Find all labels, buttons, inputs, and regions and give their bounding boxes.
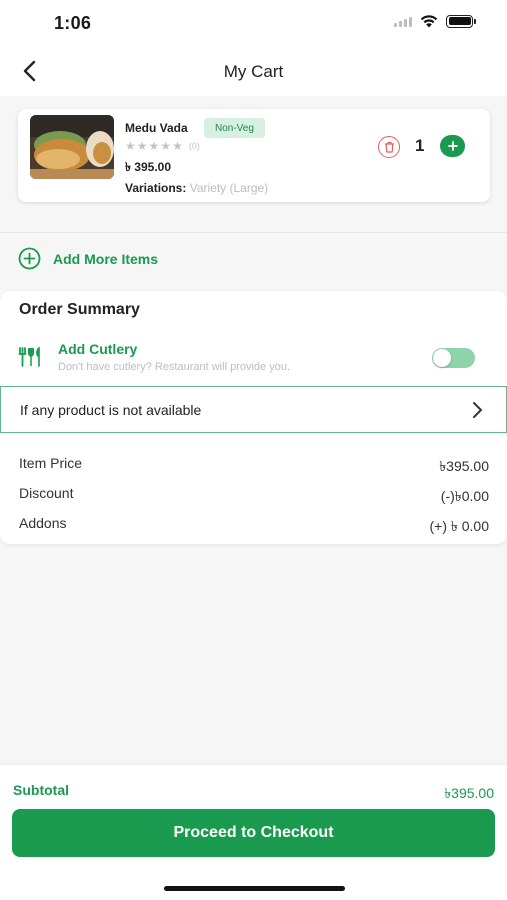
star-icon: ★ xyxy=(172,139,183,153)
increase-quantity-button[interactable] xyxy=(440,135,465,157)
item-price: ৳ 395.00 xyxy=(125,160,172,174)
add-cutlery-label: Add Cutlery xyxy=(58,341,138,357)
add-cutlery-toggle[interactable] xyxy=(432,348,475,368)
add-circle-icon xyxy=(18,247,41,270)
discount-label: Discount xyxy=(19,485,74,501)
battery-icon xyxy=(446,14,476,28)
divider xyxy=(0,232,507,233)
home-indicator xyxy=(164,886,345,891)
addons-value: (+) ৳ 0.00 xyxy=(429,518,489,534)
order-summary-title: Order Summary xyxy=(19,301,140,318)
subtotal-value: ৳395.00 xyxy=(444,785,494,801)
star-icon: ★ xyxy=(125,139,136,153)
star-icon: ★ xyxy=(160,139,172,153)
cutlery-icon xyxy=(18,347,40,367)
chevron-right-icon xyxy=(473,402,482,418)
add-more-items-button[interactable]: Add More Items xyxy=(18,247,158,270)
discount-row: Discount (-)৳0.00 xyxy=(19,485,489,509)
proceed-to-checkout-button[interactable]: Proceed to Checkout xyxy=(12,809,495,857)
item-price-value: ৳395.00 xyxy=(439,458,489,474)
status-bar: 1:06 xyxy=(0,0,507,48)
plus-icon xyxy=(447,141,458,151)
rating-count: (0) xyxy=(188,141,200,151)
star-icon: ★ xyxy=(136,139,148,153)
star-icon: ★ xyxy=(148,139,160,153)
order-summary-card: Order Summary Add Cutlery Don't have cut… xyxy=(0,291,507,544)
addons-row: Addons (+) ৳ 0.00 xyxy=(19,515,489,539)
food-image xyxy=(30,115,114,179)
rating-stars: ★ ★ ★ ★ ★ (0) xyxy=(125,140,200,152)
page-title: My Cart xyxy=(223,62,284,81)
signal-icon xyxy=(394,15,412,27)
variations-label: Variations: xyxy=(125,181,187,195)
discount-value: (-)৳0.00 xyxy=(440,488,489,504)
food-type-badge: Non-Veg xyxy=(204,118,265,138)
add-cutlery-description: Don't have cutlery? Restaurant will prov… xyxy=(58,361,290,373)
subtotal-label: Subtotal xyxy=(13,782,69,798)
checkout-panel: Subtotal ৳395.00 Proceed to Checkout xyxy=(0,765,507,900)
trash-icon xyxy=(384,141,394,153)
item-name: Medu Vada xyxy=(125,121,188,135)
product-not-available-option[interactable]: If any product is not available xyxy=(0,386,507,433)
cart-item-card: Medu Vada Non-Veg ★ ★ ★ ★ ★ (0) ৳ 395.00… xyxy=(18,109,490,202)
quantity-value: 1 xyxy=(415,136,425,155)
item-price-row: Item Price ৳395.00 xyxy=(19,455,489,479)
app-header: My Cart xyxy=(0,48,507,96)
status-time: 1:06 xyxy=(54,13,92,33)
add-more-items-label: Add More Items xyxy=(53,250,159,267)
variations-value: Variety (Large) xyxy=(189,181,269,195)
delete-item-button[interactable] xyxy=(378,136,400,158)
item-variations: Variations: Variety (Large) xyxy=(125,181,268,195)
product-not-available-label: If any product is not available xyxy=(20,401,202,418)
toggle-knob xyxy=(433,349,451,367)
wifi-icon xyxy=(420,15,438,28)
status-icons xyxy=(394,14,476,28)
item-price-label: Item Price xyxy=(19,455,83,471)
addons-label: Addons xyxy=(19,515,67,531)
